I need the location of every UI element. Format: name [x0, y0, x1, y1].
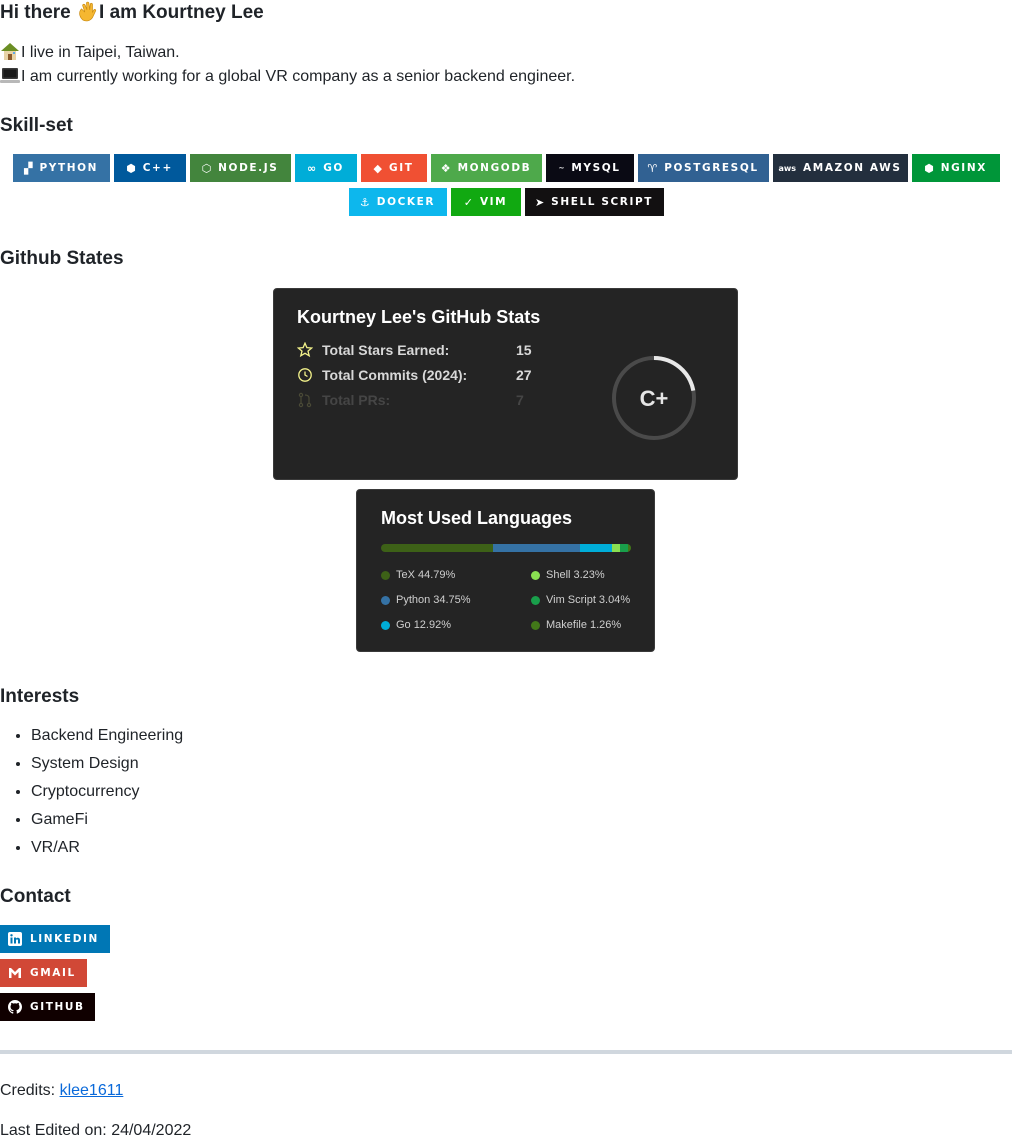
- horizontal-divider: [0, 1050, 1012, 1054]
- lang-item-makefile: Makefile 1.26%: [531, 619, 621, 631]
- credits-link[interactable]: klee1611: [60, 1082, 124, 1099]
- stat-value-commits: 27: [516, 367, 532, 383]
- list-item: System Design: [31, 750, 183, 778]
- stat-value-prs: 7: [516, 392, 524, 408]
- grade-ring: C+: [612, 356, 696, 440]
- git-icon: ◆: [373, 161, 382, 175]
- aws-icon: aws: [778, 163, 797, 173]
- docker-icon: ⚓: [359, 195, 370, 209]
- gmail-badge[interactable]: GMAIL: [0, 959, 87, 987]
- go-icon: ∞: [307, 161, 317, 175]
- list-item: Cryptocurrency: [31, 778, 183, 806]
- lang-dot: [531, 570, 540, 580]
- lang-dot: [381, 620, 390, 630]
- vim-badge[interactable]: ✓ VIM: [450, 188, 521, 216]
- list-item: VR/AR: [31, 834, 183, 862]
- git-badge[interactable]: ◆ GIT: [360, 154, 427, 182]
- github-icon: [8, 1000, 22, 1014]
- contact-heading: Contact: [0, 886, 71, 907]
- langs-card-title: Most Used Languages: [381, 508, 573, 528]
- lang-dot: [381, 595, 390, 605]
- credits-line: Credits: klee1611: [0, 1079, 123, 1103]
- github-badge[interactable]: GITHUB: [0, 993, 95, 1021]
- lang-dot: [531, 620, 540, 630]
- waving-hand-icon: [79, 1, 97, 22]
- skill-badges-row-1: ▞ PYTHON ⬢ C++ ⬡ NODE.JS ∞ GO ◆ GIT ❖ MONGODB …: [0, 154, 1012, 182]
- language-bar-segment: [492, 544, 580, 552]
- language-bar-segment: [579, 544, 613, 552]
- stat-row-prs: Total PRs: 7: [297, 392, 597, 408]
- interests-list: Backend Engineering System Design Crypto…: [0, 722, 183, 862]
- nginx-icon: ⬢: [924, 161, 934, 175]
- lang-item-python: Python 34.75%: [381, 594, 471, 606]
- intro-job-text: I am currently working for a global VR c…: [21, 68, 576, 85]
- language-bar-segment: [381, 544, 493, 552]
- language-bar-segment: [620, 544, 628, 552]
- list-item: Backend Engineering: [31, 722, 183, 750]
- page-title: Hi there I am Kourtney Lee: [0, 0, 264, 26]
- stat-row-commits: Total Commits (2024): 27: [297, 367, 597, 383]
- mysql-badge[interactable]: ~ MYSQL: [545, 154, 634, 182]
- nodejs-badge[interactable]: ⬡ NODE.JS: [189, 154, 291, 182]
- go-badge[interactable]: ∞ GO: [294, 154, 357, 182]
- linkedin-badge[interactable]: LINKEDIN: [0, 925, 110, 953]
- lang-dot: [381, 570, 390, 580]
- skillset-heading: Skill-set: [0, 115, 73, 136]
- mysql-icon: ~: [558, 164, 565, 172]
- gmail-icon: [9, 968, 21, 978]
- github-stats-card[interactable]: Kourtney Lee's GitHub Stats Total Stars …: [273, 288, 738, 480]
- languages-progress-bar: [381, 544, 631, 552]
- lang-dot: [531, 595, 540, 605]
- list-item: GameFi: [31, 806, 183, 834]
- greeting-name: I am Kourtney Lee: [99, 2, 264, 23]
- intro-job: I am currently working for a global VR c…: [0, 65, 575, 89]
- nodejs-icon: ⬡: [201, 161, 212, 175]
- skill-badges-row-2: ⚓ DOCKER ✓ VIM ➤ SHELL SCRIPT: [0, 188, 1012, 216]
- docker-badge[interactable]: ⚓ DOCKER: [348, 188, 447, 216]
- vim-icon: ✓: [463, 195, 473, 209]
- house-icon: [1, 43, 19, 60]
- stat-value-stars: 15: [516, 342, 532, 358]
- stats-card-title: Kourtney Lee's GitHub Stats: [297, 307, 541, 327]
- nginx-badge[interactable]: ⬢ NGINX: [911, 154, 1000, 182]
- intro-location-text: I live in Taipei, Taiwan.: [21, 44, 180, 61]
- laptop-icon: [0, 68, 20, 83]
- language-bar-segment: [627, 544, 631, 552]
- grade-text: C+: [640, 386, 669, 411]
- cplusplus-badge[interactable]: ⬢ C++: [113, 154, 186, 182]
- aws-badge[interactable]: aws AMAZON AWS: [772, 154, 908, 182]
- star-icon: [297, 342, 313, 358]
- linkedin-icon: [8, 932, 22, 946]
- history-icon: [298, 368, 312, 382]
- last-edited: Last Edited on: 24/04/2022: [0, 1122, 192, 1139]
- shell-script-badge[interactable]: ➤ SHELL SCRIPT: [524, 188, 664, 216]
- pull-request-icon: [298, 392, 312, 408]
- stat-label-stars: Total Stars Earned:: [322, 342, 450, 358]
- mongodb-icon: ❖: [440, 161, 451, 175]
- stat-label-commits: Total Commits (2024):: [322, 367, 468, 383]
- language-bar-segment: [612, 544, 621, 552]
- cplusplus-icon: ⬢: [126, 161, 136, 175]
- python-badge[interactable]: ▞ PYTHON: [12, 154, 110, 182]
- lang-item-tex: TeX 44.79%: [381, 569, 455, 581]
- shell-icon: ➤: [534, 195, 545, 209]
- greeting-prefix: Hi there: [0, 2, 77, 23]
- lang-item-vimscript: Vim Script 3.04%: [531, 594, 630, 606]
- postgresql-badge[interactable]: ♈ POSTGRESQL: [637, 154, 769, 182]
- stat-row-stars: Total Stars Earned: 15: [297, 342, 597, 358]
- top-languages-card[interactable]: Most Used Languages TeX 44.79% Python 34.7…: [356, 489, 655, 652]
- python-icon: ▞: [23, 161, 33, 175]
- stat-label-prs: Total PRs:: [322, 392, 391, 408]
- credits-label: Credits:: [0, 1082, 60, 1099]
- github-heading: Github States: [0, 248, 124, 269]
- mongodb-badge[interactable]: ❖ MONGODB: [430, 154, 542, 182]
- lang-item-go: Go 12.92%: [381, 619, 451, 631]
- postgresql-icon: ♈: [647, 161, 658, 175]
- interests-heading: Interests: [0, 686, 80, 707]
- intro-location: I live in Taipei, Taiwan.: [0, 41, 180, 65]
- lang-item-shell: Shell 3.23%: [531, 569, 605, 581]
